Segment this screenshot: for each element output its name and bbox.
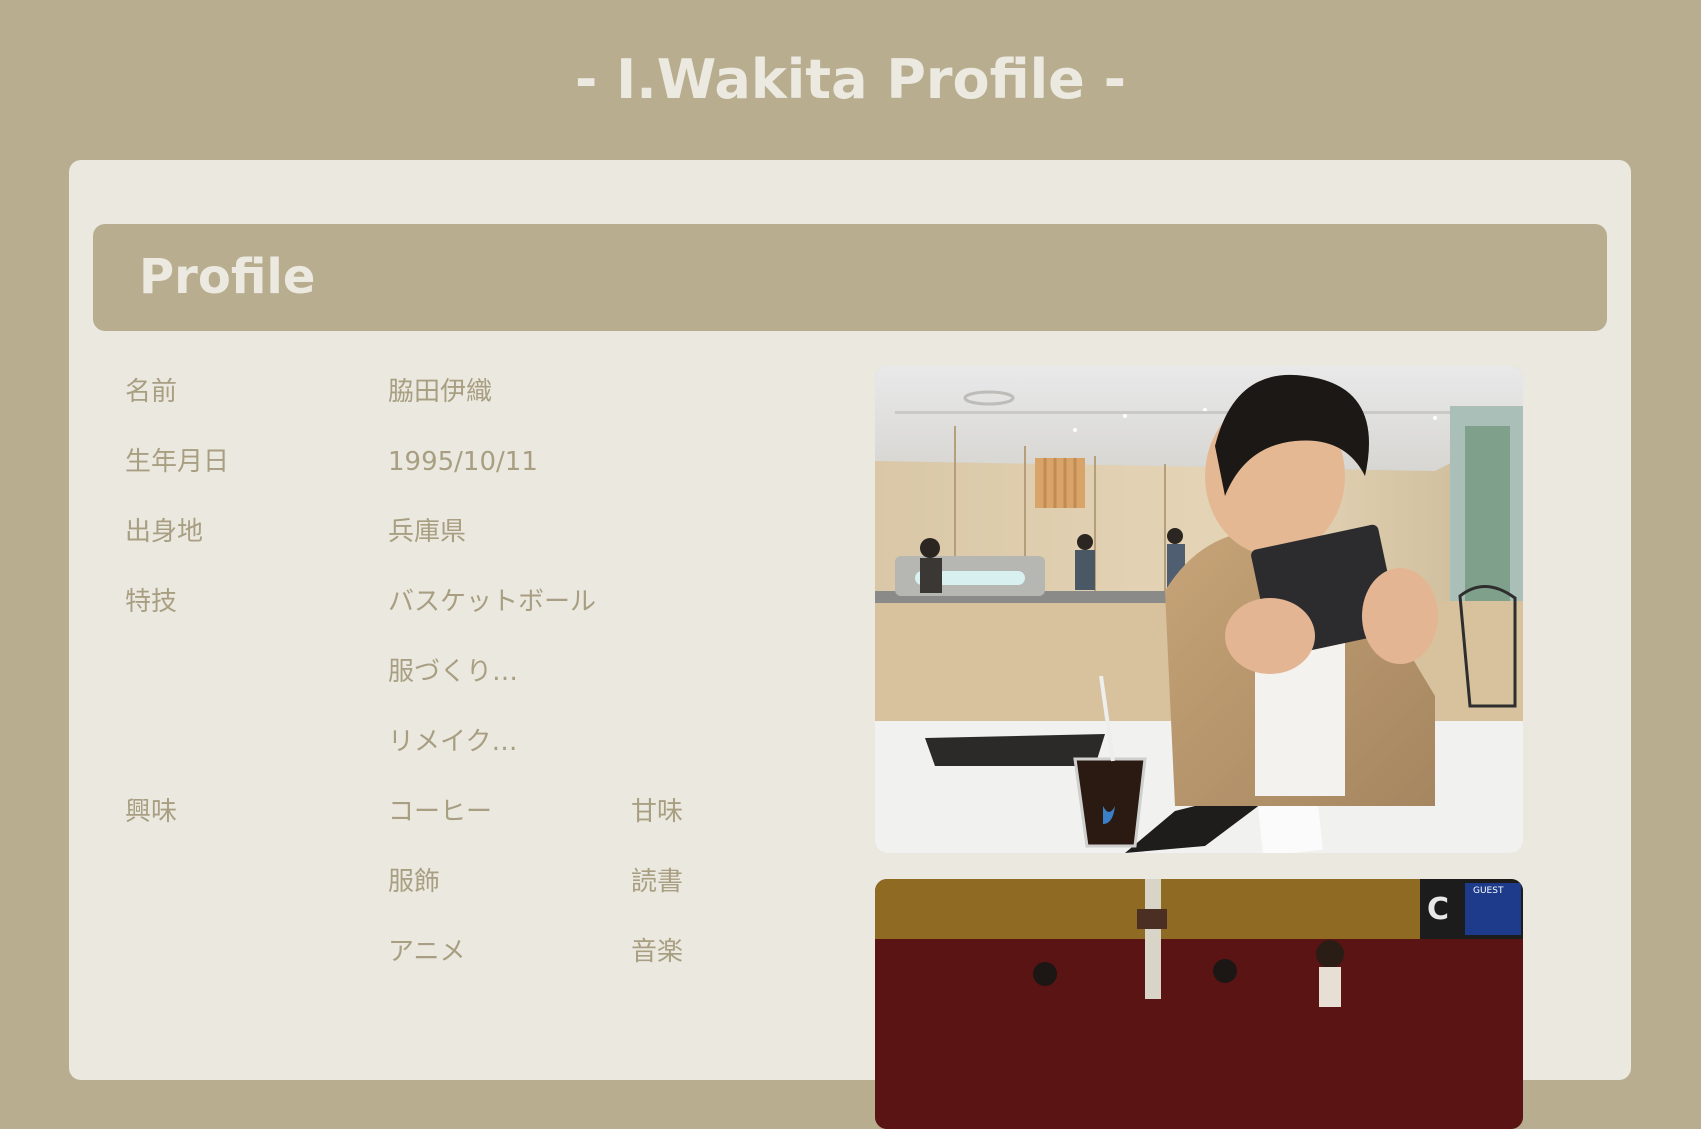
interest-item: コーヒー [388, 797, 493, 827]
profile-photo-gym: C GUEST [875, 879, 1523, 1129]
interest-item: 甘味 [631, 797, 684, 827]
birthday-label: 生年月日 [125, 447, 230, 477]
interest-item: 音楽 [631, 937, 684, 967]
section-title: Profile [139, 249, 316, 305]
profile-card: Profile 名前 脇田伊織 生年月日 1995/10/11 出身地 兵庫県 … [69, 160, 1631, 1129]
interests-label: 興味 [125, 797, 178, 827]
site-title: - I.Wakita Profile - [574, 47, 1127, 111]
birthday-value: 1995/10/11 [388, 447, 538, 477]
skill-item: リメイク… [388, 727, 518, 757]
skills-label: 特技 [125, 587, 178, 617]
interest-item: 読書 [631, 867, 684, 897]
interest-item: 服飾 [388, 867, 441, 897]
section-header: Profile [93, 224, 1607, 331]
skill-item: 服づくり… [388, 657, 519, 687]
name-value: 脇田伊織 [388, 377, 493, 407]
svg-text:C: C [1427, 892, 1449, 927]
name-label: 名前 [125, 377, 178, 407]
interest-item: アニメ [388, 937, 466, 967]
svg-text:GUEST: GUEST [1473, 886, 1504, 896]
hometown-value: 兵庫県 [388, 517, 467, 547]
profile-photo-cafe [875, 366, 1523, 853]
hometown-label: 出身地 [125, 517, 204, 547]
skill-item: バスケットボール [388, 587, 597, 617]
page-header: - I.Wakita Profile - [0, 0, 1701, 160]
